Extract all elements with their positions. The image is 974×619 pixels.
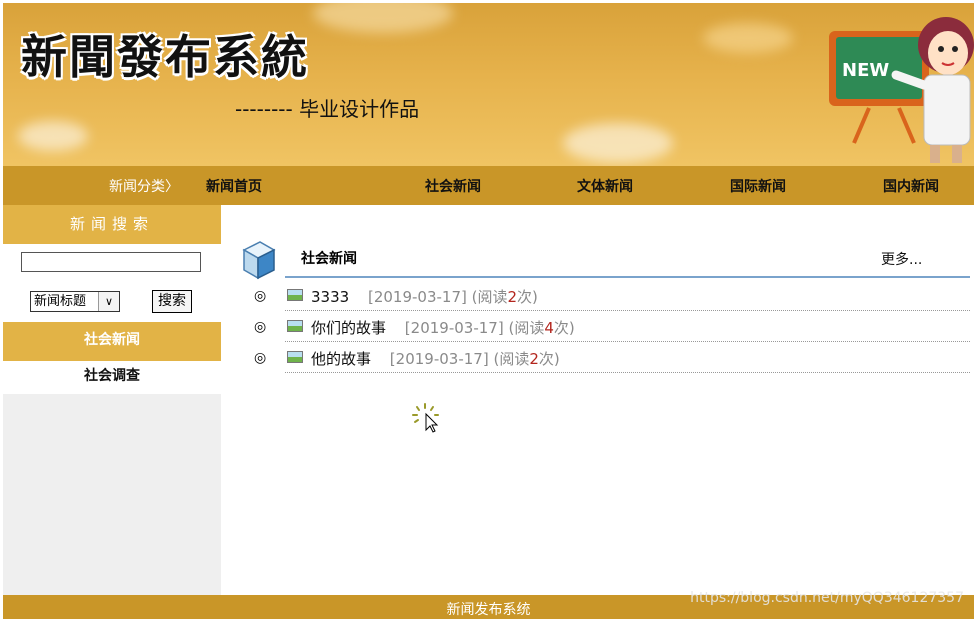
nav-item-international[interactable]: 国际新闻 [730, 176, 786, 196]
search-panel: 新闻标题 ∨ 搜索 [3, 244, 221, 322]
loading-cursor-icon [412, 403, 439, 433]
section-title: 社会新闻 [301, 251, 357, 267]
picture-icon [287, 289, 303, 301]
news-meta: [2019-03-17] (阅读2次) [367, 288, 538, 306]
sidebar: 新闻搜索 新闻标题 ∨ 搜索 社会新闻 社会调查 [3, 205, 221, 595]
bullet-icon: ◎ [254, 319, 267, 335]
picture-icon [287, 320, 303, 332]
cloud-decoration [313, 3, 453, 33]
nav-category-label: 新闻分类〉 [109, 179, 179, 195]
news-title[interactable]: 他的故事 [311, 350, 371, 368]
cube-icon [242, 241, 276, 280]
main-nav: 新闻分类〉 新闻首页 社会新闻 文体新闻 国际新闻 国内新闻 [3, 166, 974, 205]
bullet-icon: ◎ [254, 350, 267, 366]
news-meta: [2019-03-17] (阅读2次) [389, 350, 560, 368]
news-title[interactable]: 你们的故事 [311, 319, 386, 337]
read-count: 4 [544, 319, 554, 337]
nav-item-home[interactable]: 新闻首页 [206, 176, 262, 196]
news-row[interactable]: ◎ 你们的故事 [2019-03-17] (阅读4次) [254, 311, 970, 342]
news-row[interactable]: ◎ 他的故事 [2019-03-17] (阅读2次) [254, 342, 970, 373]
sidebar-category-heading[interactable]: 社会新闻 [3, 322, 221, 361]
cloud-decoration [563, 123, 673, 163]
bullet-icon: ◎ [254, 288, 267, 304]
search-heading: 新闻搜索 [3, 205, 221, 244]
news-meta: [2019-03-17] (阅读4次) [404, 319, 575, 337]
header-banner: 新聞發布系統 -------- 毕业设计作品 NEW [3, 3, 974, 166]
chevron-down-icon[interactable]: ∨ [98, 292, 119, 311]
teacher-illustration: NEW [829, 17, 974, 163]
cloud-decoration [703, 23, 793, 53]
nav-item-society[interactable]: 社会新闻 [425, 176, 481, 196]
search-button[interactable]: 搜索 [152, 290, 192, 313]
read-count: 2 [529, 350, 539, 368]
more-link[interactable]: 更多... [881, 249, 922, 269]
read-count: 2 [507, 288, 518, 306]
search-input[interactable] [21, 252, 201, 272]
picture-icon [287, 351, 303, 363]
new-badge: NEW [842, 60, 889, 81]
watermark: https://blog.csdn.net/myQQ346127357 [690, 590, 964, 606]
sidebar-item-social-survey[interactable]: 社会调查 [3, 361, 221, 394]
nav-item-domestic[interactable]: 国内新闻 [883, 176, 939, 196]
nav-item-culture-sports[interactable]: 文体新闻 [577, 176, 633, 196]
site-title: 新聞發布系統 [21, 30, 309, 84]
search-field-select[interactable]: 新闻标题 ∨ [30, 291, 120, 312]
news-title[interactable]: 3333 [311, 288, 349, 306]
cloud-decoration [18, 121, 88, 151]
section-divider [285, 276, 970, 278]
footer-text: 新闻发布系统 [446, 602, 531, 618]
main-content: 社会新闻 更多... ◎ 3333 [2019-03-17] (阅读2次) ◎ … [221, 205, 974, 595]
news-row[interactable]: ◎ 3333 [2019-03-17] (阅读2次) [254, 280, 970, 311]
search-field-select-value: 新闻标题 [34, 294, 87, 309]
site-subtitle: -------- 毕业设计作品 [235, 97, 420, 121]
